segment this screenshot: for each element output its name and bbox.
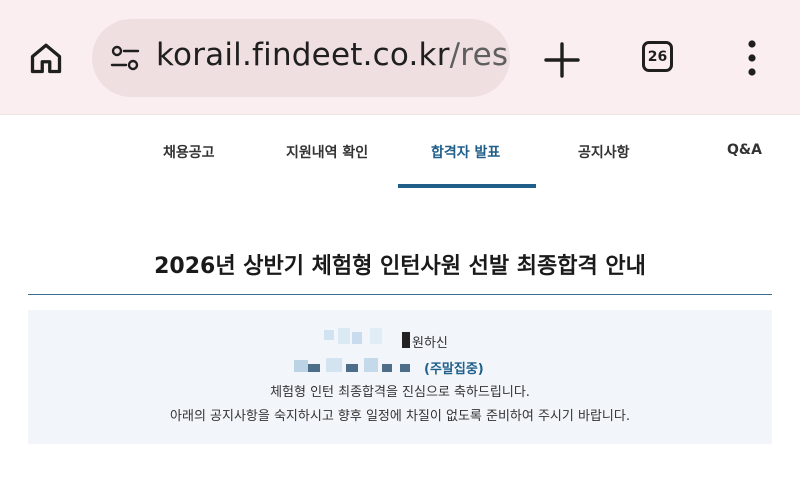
new-tab-icon[interactable] bbox=[540, 38, 584, 82]
redacted-block bbox=[402, 332, 410, 348]
site-settings-icon[interactable] bbox=[110, 44, 140, 72]
site-nav: 채용공고 지원내역 확인 합격자 발표 공지사항 Q&A bbox=[0, 114, 800, 190]
browser-toolbar: korail.findeet.co.kr/resul 26 bbox=[0, 0, 800, 115]
nav-item-notices[interactable]: 공지사항 bbox=[578, 142, 630, 162]
home-icon bbox=[30, 43, 62, 74]
congrats-text: 체험형 인턴 최종합격을 진심으로 축하드립니다. bbox=[270, 385, 530, 400]
notice-box: 원하신 (주말집중) 체험형 인턴 최종합격을 진심으로 축하드립니다. 아래의… bbox=[28, 310, 772, 444]
tab-count: 26 bbox=[647, 48, 668, 65]
program-highlight: (주말집중) bbox=[424, 362, 484, 377]
redacted-name-mosaic bbox=[324, 328, 404, 346]
active-tab-indicator bbox=[398, 184, 536, 188]
instruction-text: 아래의 공지사항을 숙지하시고 향후 일정에 차질이 없도록 준비하여 주시기 … bbox=[170, 409, 630, 424]
nav-item-application-check[interactable]: 지원내역 확인 bbox=[286, 142, 368, 162]
page-title: 2026년 상반기 체험형 인턴사원 선발 최종합격 안내 bbox=[154, 254, 646, 279]
title-divider bbox=[28, 294, 772, 295]
tab-switcher-button[interactable]: 26 bbox=[642, 41, 673, 72]
address-bar[interactable]: korail.findeet.co.kr/resul bbox=[92, 19, 510, 97]
nav-item-qna[interactable]: Q&A bbox=[727, 142, 762, 158]
url-path: /resul bbox=[449, 37, 510, 73]
home-button[interactable] bbox=[22, 34, 70, 82]
redacted-program-mosaic bbox=[294, 356, 424, 376]
url-host: korail.findeet.co.kr bbox=[156, 37, 450, 73]
url-text[interactable]: korail.findeet.co.kr/resul bbox=[156, 37, 510, 73]
nav-item-jobs[interactable]: 채용공고 bbox=[163, 142, 215, 162]
nav-item-results[interactable]: 합격자 발표 bbox=[431, 142, 500, 162]
notice-line1-suffix: 원하신 bbox=[412, 336, 448, 351]
more-menu-icon[interactable] bbox=[744, 40, 760, 76]
